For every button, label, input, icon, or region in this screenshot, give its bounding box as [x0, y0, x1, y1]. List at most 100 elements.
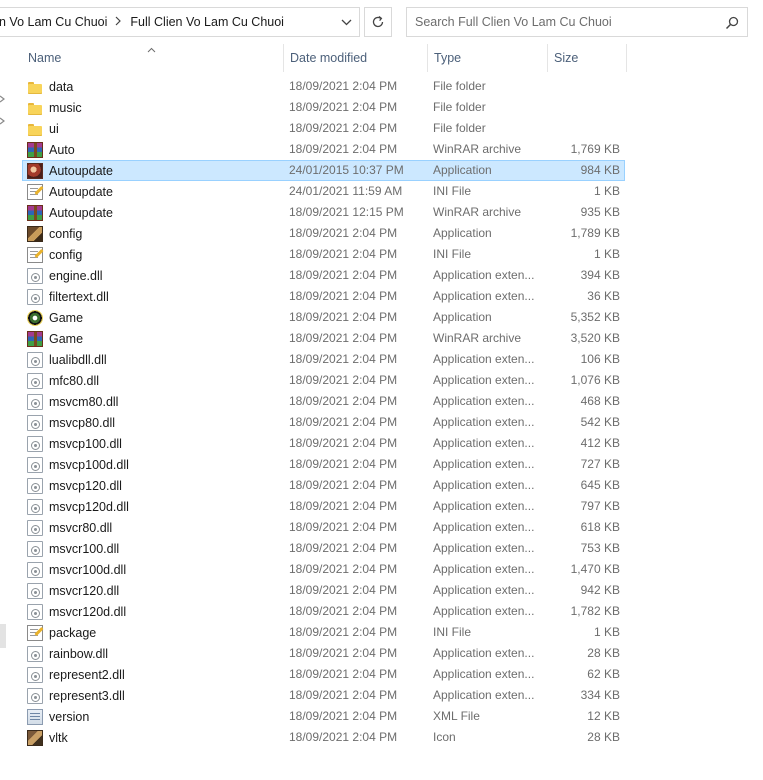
- file-name-cell[interactable]: msvcm80.dll: [27, 392, 283, 411]
- file-name-cell[interactable]: mfc80.dll: [27, 371, 283, 390]
- file-name: config: [49, 247, 83, 262]
- file-name-cell[interactable]: msvcp80.dll: [27, 413, 283, 432]
- file-row[interactable]: music 18/09/2021 2:04 PM File folder: [22, 97, 625, 118]
- file-size: 1 KB: [593, 184, 620, 198]
- file-name-cell[interactable]: package: [27, 623, 283, 642]
- file-row[interactable]: Auto 18/09/2021 2:04 PM WinRAR archive 1,76…: [22, 139, 625, 160]
- file-size: 618 KB: [580, 520, 620, 534]
- dll-icon: [27, 519, 43, 536]
- breadcrumb-chevron-icon[interactable]: [115, 16, 122, 29]
- file-row[interactable]: config 18/09/2021 2:04 PM INI File 1 KB: [22, 244, 625, 265]
- file-row[interactable]: msvcr120.dll 18/09/2021 2:04 PM Applicatio…: [22, 580, 625, 601]
- file-row[interactable]: msvcr120d.dll 18/09/2021 2:04 PM Applicati…: [22, 601, 625, 622]
- navigation-pane-edge: [0, 44, 6, 780]
- file-row[interactable]: represent2.dll 18/09/2021 2:04 PM Applicat…: [22, 664, 625, 685]
- file-row[interactable]: Game 18/09/2021 2:04 PM Application 5,352 K…: [22, 307, 625, 328]
- file-name-cell[interactable]: Autoupdate: [27, 161, 283, 180]
- nav-expand-chevron-icon[interactable]: [0, 114, 6, 125]
- file-type: File folder: [433, 121, 486, 135]
- column-header-date-modified[interactable]: Date modified: [284, 44, 428, 72]
- file-date-modified: 18/09/2021 2:04 PM: [289, 667, 398, 681]
- file-size: 1,470 KB: [570, 562, 620, 576]
- file-name-cell[interactable]: Autoupdate: [27, 203, 283, 222]
- file-row[interactable]: msvcm80.dll 18/09/2021 2:04 PM Application…: [22, 391, 625, 412]
- file-row[interactable]: msvcr80.dll 18/09/2021 2:04 PM Application…: [22, 517, 625, 538]
- file-name-cell[interactable]: engine.dll: [27, 266, 283, 285]
- file-row[interactable]: rainbow.dll 18/09/2021 2:04 PM Application…: [22, 643, 625, 664]
- file-date-modified: 18/09/2021 2:04 PM: [289, 373, 398, 387]
- file-row[interactable]: Autoupdate 24/01/2021 11:59 AM INI File 1 K…: [22, 181, 625, 202]
- search-input[interactable]: [415, 15, 715, 29]
- file-name-cell[interactable]: msvcr120d.dll: [27, 602, 283, 621]
- file-date-modified: 18/09/2021 2:04 PM: [289, 541, 398, 555]
- breadcrumb-current[interactable]: Full Clien Vo Lam Cu Chuoi: [130, 15, 284, 29]
- file-name-cell[interactable]: msvcr100.dll: [27, 539, 283, 558]
- address-dropdown-chevron-down-icon[interactable]: [333, 8, 359, 36]
- file-name-cell[interactable]: represent2.dll: [27, 665, 283, 684]
- file-row[interactable]: msvcp100.dll 18/09/2021 2:04 PM Applicatio…: [22, 433, 625, 454]
- file-name: package: [49, 625, 97, 640]
- file-name-cell[interactable]: music: [27, 98, 283, 117]
- file-row[interactable]: msvcr100.dll 18/09/2021 2:04 PM Applicatio…: [22, 538, 625, 559]
- file-name-cell[interactable]: Game: [27, 308, 283, 327]
- file-name-cell[interactable]: msvcr100d.dll: [27, 560, 283, 579]
- address-toolbar: n Vo Lam Cu Chuoi Full Clien Vo Lam Cu C…: [0, 0, 763, 44]
- file-name-cell[interactable]: config: [27, 245, 283, 264]
- file-name: engine.dll: [49, 268, 103, 283]
- file-row[interactable]: data 18/09/2021 2:04 PM File folder: [22, 76, 625, 97]
- column-header-size[interactable]: Size: [548, 44, 627, 72]
- file-name-cell[interactable]: filtertext.dll: [27, 287, 283, 306]
- file-name-cell[interactable]: Autoupdate: [27, 182, 283, 201]
- column-header-type[interactable]: Type: [428, 44, 548, 72]
- file-name-cell[interactable]: lualibdll.dll: [27, 350, 283, 369]
- search-box[interactable]: [406, 7, 748, 37]
- file-name-cell[interactable]: config: [27, 224, 283, 243]
- file-size: 3,520 KB: [570, 331, 620, 345]
- dll-icon: [27, 540, 43, 557]
- file-name-cell[interactable]: represent3.dll: [27, 686, 283, 705]
- file-name-cell[interactable]: msvcr120.dll: [27, 581, 283, 600]
- file-name-cell[interactable]: rainbow.dll: [27, 644, 283, 663]
- file-name-cell[interactable]: version: [27, 707, 283, 726]
- file-name-cell[interactable]: ui: [27, 119, 283, 138]
- file-name-cell[interactable]: Auto: [27, 140, 283, 159]
- file-name-cell[interactable]: msvcp100.dll: [27, 434, 283, 453]
- file-row[interactable]: msvcp100d.dll 18/09/2021 2:04 PM Applicati…: [22, 454, 625, 475]
- refresh-button[interactable]: [364, 7, 392, 37]
- file-row[interactable]: Autoupdate 24/01/2015 10:37 PM Application…: [22, 160, 625, 181]
- file-row[interactable]: Autoupdate 18/09/2021 12:15 PM WinRAR arch…: [22, 202, 625, 223]
- address-bar[interactable]: n Vo Lam Cu Chuoi Full Clien Vo Lam Cu C…: [0, 7, 360, 37]
- file-name-cell[interactable]: data: [27, 77, 283, 96]
- breadcrumb-parent[interactable]: n Vo Lam Cu Chuoi: [0, 15, 107, 29]
- file-name-cell[interactable]: msvcp120.dll: [27, 476, 283, 495]
- file-name-cell[interactable]: msvcp120d.dll: [27, 497, 283, 516]
- file-row[interactable]: mfc80.dll 18/09/2021 2:04 PM Application e…: [22, 370, 625, 391]
- nav-expand-chevron-icon[interactable]: [0, 92, 6, 103]
- file-row[interactable]: vltk 18/09/2021 2:04 PM Icon 28 KB: [22, 727, 625, 748]
- file-name: msvcr120.dll: [49, 583, 120, 598]
- file-name-cell[interactable]: vltk: [27, 728, 283, 747]
- file-row[interactable]: ui 18/09/2021 2:04 PM File folder: [22, 118, 625, 139]
- file-date-modified: 18/09/2021 2:04 PM: [289, 709, 398, 723]
- file-size: 468 KB: [580, 394, 620, 408]
- file-row[interactable]: Game 18/09/2021 2:04 PM WinRAR archive 3,52…: [22, 328, 625, 349]
- file-row[interactable]: engine.dll 18/09/2021 2:04 PM Application …: [22, 265, 625, 286]
- column-header-name[interactable]: Name: [22, 44, 284, 72]
- file-name-cell[interactable]: Game: [27, 329, 283, 348]
- file-row[interactable]: package 18/09/2021 2:04 PM INI File 1 KB: [22, 622, 625, 643]
- file-name-cell[interactable]: msvcp100d.dll: [27, 455, 283, 474]
- nav-scrollbar-thumb[interactable]: [0, 624, 6, 648]
- file-row[interactable]: msvcp120.dll 18/09/2021 2:04 PM Applicatio…: [22, 475, 625, 496]
- file-row[interactable]: config 18/09/2021 2:04 PM Application 1,789…: [22, 223, 625, 244]
- file-row[interactable]: version 18/09/2021 2:04 PM XML File 12 KB: [22, 706, 625, 727]
- file-row[interactable]: represent3.dll 18/09/2021 2:04 PM Applicat…: [22, 685, 625, 706]
- file-name-cell[interactable]: msvcr80.dll: [27, 518, 283, 537]
- file-row[interactable]: lualibdll.dll 18/09/2021 2:04 PM Applicati…: [22, 349, 625, 370]
- file-date-modified: 18/09/2021 12:15 PM: [289, 205, 404, 219]
- file-row[interactable]: msvcp120d.dll 18/09/2021 2:04 PM Applicati…: [22, 496, 625, 517]
- search-icon[interactable]: [725, 16, 739, 33]
- file-row[interactable]: filtertext.dll 18/09/2021 2:04 PM Applicat…: [22, 286, 625, 307]
- file-row[interactable]: msvcp80.dll 18/09/2021 2:04 PM Application…: [22, 412, 625, 433]
- file-row[interactable]: msvcr100d.dll 18/09/2021 2:04 PM Applicati…: [22, 559, 625, 580]
- file-name: filtertext.dll: [49, 289, 109, 304]
